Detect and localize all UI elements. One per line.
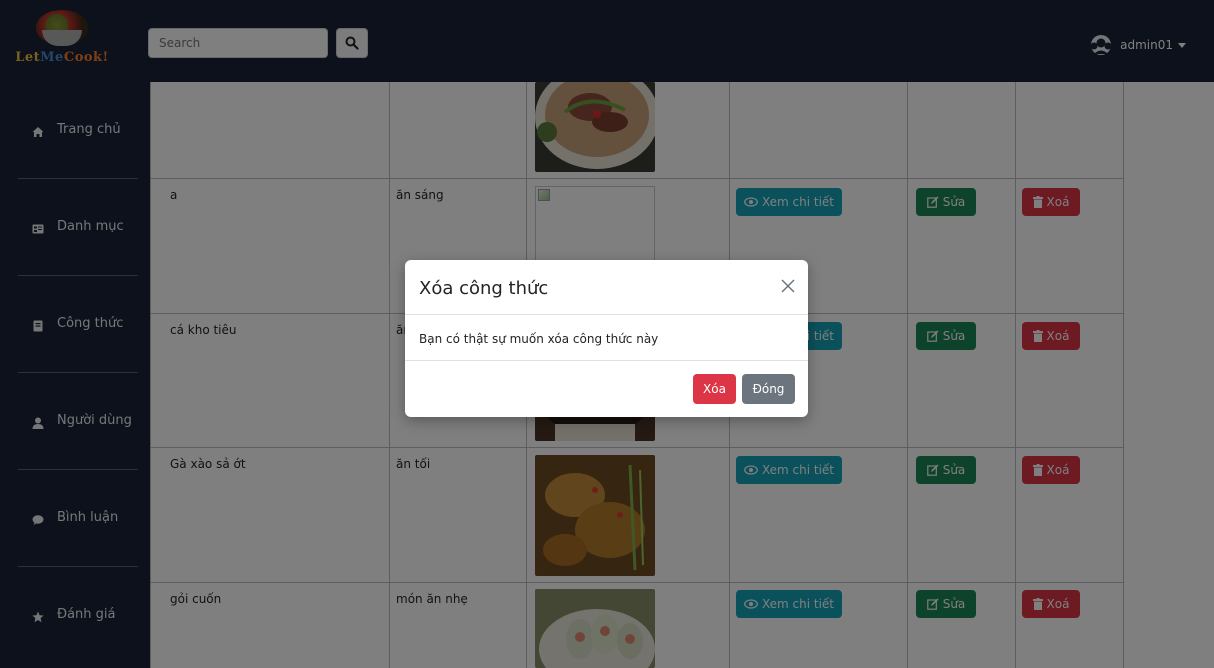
modal-body-text: Bạn có thật sự muốn xóa công thức này	[419, 332, 659, 346]
modal-header-divider	[405, 314, 808, 315]
confirm-delete-button[interactable]: Xóa	[693, 374, 736, 404]
modal-footer-divider	[405, 360, 808, 361]
close-modal-button[interactable]: Đóng	[742, 374, 795, 404]
close-icon[interactable]	[780, 278, 796, 294]
delete-recipe-modal: Xóa công thức Bạn có thật sự muốn xóa cô…	[405, 260, 808, 417]
modal-title: Xóa công thức	[419, 278, 549, 299]
